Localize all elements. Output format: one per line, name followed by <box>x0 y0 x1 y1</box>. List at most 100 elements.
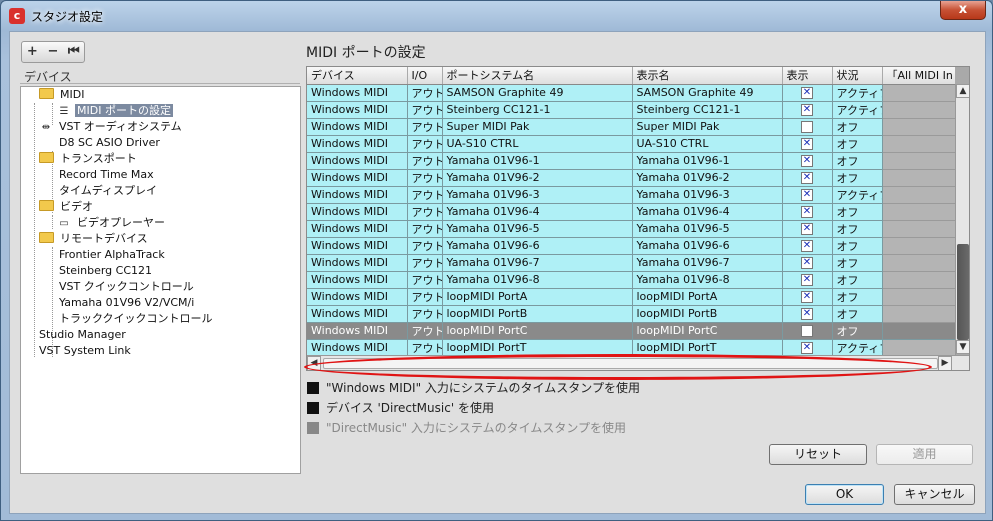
scroll-right-arrow-icon[interactable]: ▶ <box>938 356 952 370</box>
scroll-left-arrow-icon[interactable]: ◀ <box>307 356 321 370</box>
checked-box-icon[interactable]: ✕ <box>801 189 813 201</box>
column-header-visible[interactable]: 表示 <box>782 67 833 85</box>
reset-button[interactable]: リセット <box>769 444 867 465</box>
cell-device[interactable]: Windows MIDI <box>307 339 408 357</box>
cell-port-system-name[interactable]: loopMIDI PortB <box>442 305 633 323</box>
cell-status[interactable]: オフ <box>832 118 883 136</box>
cell-io[interactable]: アウト <box>407 339 443 357</box>
cell-port-system-name[interactable]: Super MIDI Pak <box>442 118 633 136</box>
table-row[interactable]: Windows MIDI アウト Yamaha 01V96-8 Yamaha 01V9… <box>307 271 956 289</box>
tree-item-midi[interactable]: MIDI <box>39 87 86 103</box>
table-row[interactable]: Windows MIDI アウト UA-S10 CTRL UA-S10 CTRL ✕ オフ <box>307 135 956 153</box>
tree-item-vst-quick-control[interactable]: VST クイックコントロール <box>57 279 196 295</box>
cell-port-system-name[interactable]: SAMSON Graphite 49 <box>442 84 633 102</box>
tree-item-video[interactable]: ビデオ <box>39 199 95 215</box>
cell-status[interactable]: オフ <box>832 322 883 340</box>
tree-item-vst-audio-system[interactable]: ⇹ VST オーディオシステム <box>39 119 184 135</box>
checked-box-icon[interactable]: ✕ <box>801 104 813 116</box>
cell-io[interactable]: アウト <box>407 186 443 204</box>
remove-device-button[interactable]: − <box>43 42 64 62</box>
column-header-io[interactable]: I/O <box>407 67 443 85</box>
column-header-device[interactable]: デバイス <box>307 67 408 85</box>
cell-io[interactable]: アウト <box>407 220 443 238</box>
cell-display-name[interactable]: loopMIDI PortT <box>632 339 783 357</box>
midi-port-table[interactable]: デバイス I/O ポートシステム名 表示名 表示 状況 「All MIDI In… <box>306 66 970 371</box>
cell-status[interactable]: オフ <box>832 220 883 238</box>
checked-box-icon[interactable]: ✕ <box>801 274 813 286</box>
horizontal-scrollbar[interactable]: ◀ ▶ <box>307 355 969 370</box>
cell-display-name[interactable]: Yamaha 01V96-1 <box>632 152 783 170</box>
checkbox-checked[interactable] <box>307 382 319 394</box>
cell-port-system-name[interactable]: loopMIDI PortC <box>442 322 633 340</box>
table-row[interactable]: Windows MIDI アウト Yamaha 01V96-4 Yamaha 01V9… <box>307 203 956 221</box>
close-button[interactable]: x <box>940 1 986 20</box>
cell-status[interactable]: オフ <box>832 305 883 323</box>
cell-device[interactable]: Windows MIDI <box>307 135 408 153</box>
tree-item-transport[interactable]: トランスポート <box>39 151 139 167</box>
unchecked-box-icon[interactable] <box>801 121 813 133</box>
column-header-all-midi-in[interactable]: 「All MIDI In <box>882 67 956 85</box>
cell-display-name[interactable]: Steinberg CC121-1 <box>632 101 783 119</box>
cell-status[interactable]: オフ <box>832 135 883 153</box>
checked-box-icon[interactable]: ✕ <box>801 138 813 150</box>
tree-item-yamaha-01v96[interactable]: Yamaha 01V96 V2/VCM/i <box>57 295 196 311</box>
table-row[interactable]: Windows MIDI アウト Yamaha 01V96-5 Yamaha 01V9… <box>307 220 956 238</box>
cell-port-system-name[interactable]: UA-S10 CTRL <box>442 135 633 153</box>
table-row[interactable]: Windows MIDI アウト Yamaha 01V96-2 Yamaha 01V9… <box>307 169 956 187</box>
cell-display-name[interactable]: Yamaha 01V96-7 <box>632 254 783 272</box>
tree-item-record-time-max[interactable]: Record Time Max <box>57 167 156 183</box>
table-row[interactable]: Windows MIDI アウト Super MIDI Pak Super MIDI … <box>307 118 956 136</box>
checked-box-icon[interactable]: ✕ <box>801 257 813 269</box>
cell-port-system-name[interactable]: loopMIDI PortT <box>442 339 633 357</box>
cell-io[interactable]: アウト <box>407 203 443 221</box>
cell-port-system-name[interactable]: Yamaha 01V96-7 <box>442 254 633 272</box>
table-row[interactable]: Windows MIDI アウト loopMIDI PortB loopMIDI Po… <box>307 305 956 323</box>
cell-device[interactable]: Windows MIDI <box>307 118 408 136</box>
cell-status[interactable]: アクティブ <box>832 339 883 357</box>
checked-box-icon[interactable]: ✕ <box>801 87 813 99</box>
cell-io[interactable]: アウト <box>407 271 443 289</box>
tree-item-track-quick-control[interactable]: トラッククイックコントロール <box>57 311 215 327</box>
scroll-up-arrow-icon[interactable]: ▲ <box>956 84 969 98</box>
device-tree[interactable]: MIDI ☰ MIDI ポートの設定 ⇹ VST オーディオシステム D8 SC A… <box>20 86 301 474</box>
cell-io[interactable]: アウト <box>407 305 443 323</box>
cell-status[interactable]: オフ <box>832 254 883 272</box>
vertical-scroll-thumb[interactable] <box>957 244 969 340</box>
table-row[interactable]: Windows MIDI アウト loopMIDI PortA loopMIDI Po… <box>307 288 956 306</box>
cell-display-name[interactable]: Yamaha 01V96-8 <box>632 271 783 289</box>
scroll-down-arrow-icon[interactable]: ▼ <box>956 340 969 354</box>
cell-device[interactable]: Windows MIDI <box>307 101 408 119</box>
cell-device[interactable]: Windows MIDI <box>307 203 408 221</box>
checked-box-icon[interactable]: ✕ <box>801 172 813 184</box>
cell-port-system-name[interactable]: Yamaha 01V96-6 <box>442 237 633 255</box>
tree-item-midi-port-setup[interactable]: ☰ MIDI ポートの設定 <box>57 103 173 119</box>
cell-display-name[interactable]: Yamaha 01V96-2 <box>632 169 783 187</box>
cell-device[interactable]: Windows MIDI <box>307 322 408 340</box>
column-header-port-system-name[interactable]: ポートシステム名 <box>442 67 633 85</box>
cell-device[interactable]: Windows MIDI <box>307 305 408 323</box>
apply-button[interactable]: 適用 <box>876 444 973 465</box>
cell-io[interactable]: アウト <box>407 118 443 136</box>
cell-port-system-name[interactable]: Yamaha 01V96-1 <box>442 152 633 170</box>
cell-status[interactable]: オフ <box>832 271 883 289</box>
cell-io[interactable]: アウト <box>407 152 443 170</box>
cell-port-system-name[interactable]: Yamaha 01V96-8 <box>442 271 633 289</box>
cell-status[interactable]: オフ <box>832 152 883 170</box>
cell-display-name[interactable]: loopMIDI PortC <box>632 322 783 340</box>
cell-display-name[interactable]: Yamaha 01V96-4 <box>632 203 783 221</box>
table-row[interactable]: Windows MIDI アウト Yamaha 01V96-3 Yamaha 01V9… <box>307 186 956 204</box>
cell-status[interactable]: アクティブ <box>832 84 883 102</box>
column-header-status[interactable]: 状況 <box>832 67 883 85</box>
cell-port-system-name[interactable]: Steinberg CC121-1 <box>442 101 633 119</box>
cell-display-name[interactable]: Yamaha 01V96-6 <box>632 237 783 255</box>
table-row[interactable]: Windows MIDI アウト Yamaha 01V96-1 Yamaha 01V9… <box>307 152 956 170</box>
cell-device[interactable]: Windows MIDI <box>307 152 408 170</box>
checked-box-icon[interactable]: ✕ <box>801 155 813 167</box>
cell-port-system-name[interactable]: Yamaha 01V96-4 <box>442 203 633 221</box>
table-row[interactable]: Windows MIDI アウト Steinberg CC121-1 Steinber… <box>307 101 956 119</box>
vertical-scrollbar[interactable]: ▲ ▼ <box>955 84 969 354</box>
cell-device[interactable]: Windows MIDI <box>307 169 408 187</box>
cell-io[interactable]: アウト <box>407 254 443 272</box>
cell-status[interactable]: オフ <box>832 169 883 187</box>
tree-item-studio-manager[interactable]: Studio Manager <box>37 327 128 343</box>
